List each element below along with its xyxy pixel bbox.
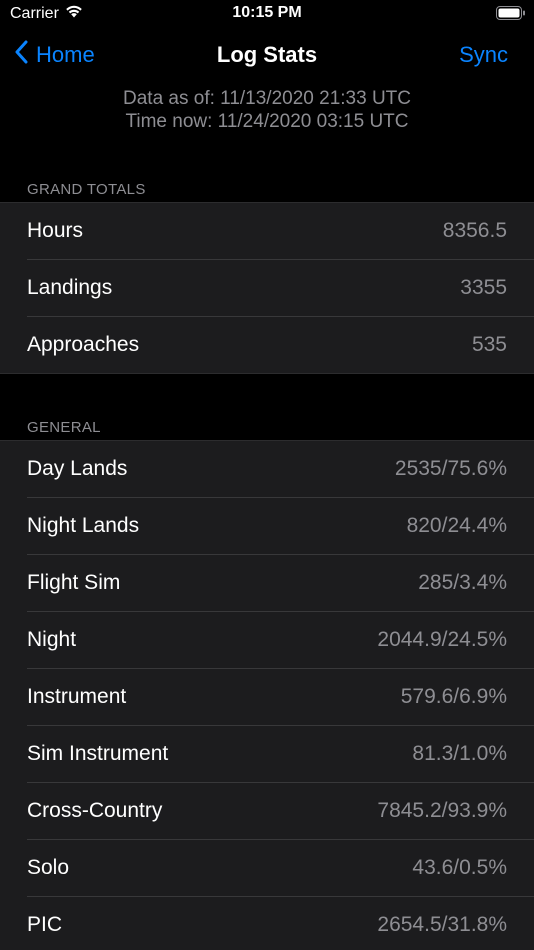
stat-label: Day Lands xyxy=(27,457,128,480)
stat-row-sim-instrument[interactable]: Sim Instrument 81.3/1.0% xyxy=(0,725,534,782)
status-time: 10:15 PM xyxy=(232,4,302,21)
stats-table[interactable]: Data as of: 11/13/2020 21:33 UTC Time no… xyxy=(0,82,534,950)
stat-value: 2535/75.6% xyxy=(394,457,507,480)
stat-value: 3355 xyxy=(460,276,507,299)
stat-value: 43.6/0.5% xyxy=(412,856,507,879)
stat-row-day-lands[interactable]: Day Lands 2535/75.6% xyxy=(0,441,534,497)
time-now-text: Time now: 11/24/2020 03:15 UTC xyxy=(125,111,409,132)
stat-value: 285/3.4% xyxy=(418,571,507,594)
status-bar: Carrier 10:15 PM xyxy=(0,0,534,28)
stat-label: Hours xyxy=(27,219,84,242)
stat-row-instrument[interactable]: Instrument 579.6/6.9% xyxy=(0,668,534,725)
grand-totals-group: Hours 8356.5 Landings 3355 Approaches 53… xyxy=(0,202,534,374)
stat-label: Flight Sim xyxy=(27,571,121,594)
general-header: GENERAL xyxy=(27,419,101,436)
page-title: Log Stats xyxy=(216,42,318,67)
stat-value: 579.6/6.9% xyxy=(400,685,507,708)
stat-row-hours[interactable]: Hours 8356.5 xyxy=(0,203,534,259)
stat-value: 7845.2/93.9% xyxy=(377,799,507,822)
stat-label: Cross-Country xyxy=(27,799,163,822)
data-as-of-text: Data as of: 11/13/2020 21:33 UTC xyxy=(123,88,411,109)
stat-value: 8356.5 xyxy=(442,219,507,242)
stat-row-landings[interactable]: Landings 3355 xyxy=(0,259,534,316)
navigation-bar: Home Log Stats Sync xyxy=(0,28,534,82)
stat-label: Night xyxy=(27,628,77,651)
stat-label: Landings xyxy=(27,276,113,299)
stat-value: 535 xyxy=(471,333,507,356)
stat-row-night-lands[interactable]: Night Lands 820/24.4% xyxy=(0,497,534,554)
stat-label: Solo xyxy=(27,856,70,879)
data-info: Data as of: 11/13/2020 21:33 UTC Time no… xyxy=(0,82,534,133)
stat-row-cross-country[interactable]: Cross-Country 7845.2/93.9% xyxy=(0,782,534,839)
stat-value: 2654.5/31.8% xyxy=(377,913,507,936)
stat-row-pic[interactable]: PIC 2654.5/31.8% xyxy=(0,896,534,950)
sync-button[interactable]: Sync xyxy=(459,42,508,68)
stat-label: Night Lands xyxy=(27,514,140,537)
stat-label: PIC xyxy=(27,913,63,936)
stat-value: 2044.9/24.5% xyxy=(377,628,507,651)
battery-icon xyxy=(496,6,526,20)
stat-row-solo[interactable]: Solo 43.6/0.5% xyxy=(0,839,534,896)
stat-row-flight-sim[interactable]: Flight Sim 285/3.4% xyxy=(0,554,534,611)
stat-row-approaches[interactable]: Approaches 535 xyxy=(0,316,534,373)
grand-totals-header: GRAND TOTALS xyxy=(27,181,146,198)
stat-label: Instrument xyxy=(27,685,127,708)
stat-value: 81.3/1.0% xyxy=(412,742,507,765)
stat-value: 820/24.4% xyxy=(406,514,507,537)
stat-label: Sim Instrument xyxy=(27,742,169,765)
stat-row-night[interactable]: Night 2044.9/24.5% xyxy=(0,611,534,668)
stat-label: Approaches xyxy=(27,333,140,356)
general-group: Day Lands 2535/75.6% Night Lands 820/24.… xyxy=(0,440,534,950)
